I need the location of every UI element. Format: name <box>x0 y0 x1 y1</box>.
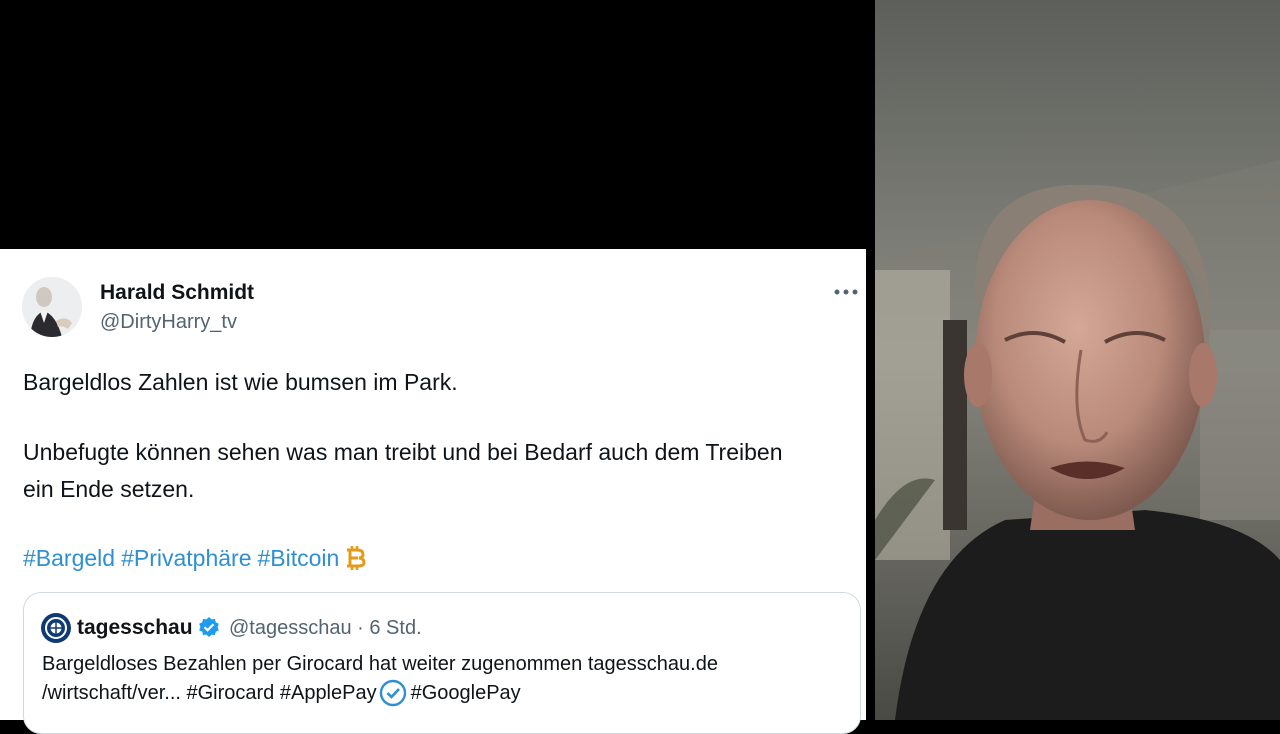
tweet-text-line-2: Unbefugte können sehen was man treibt un… <box>23 439 783 465</box>
quoted-text-line-2-a: /wirtschaft/ver... #Girocard #ApplePay <box>42 682 377 704</box>
black-letterbox <box>0 0 875 249</box>
hashtag-bitcoin[interactable]: #Bitcoin <box>258 540 340 576</box>
hashtag-privatphaere[interactable]: #Privatphäre <box>121 540 251 576</box>
quoted-handle-time[interactable]: @tagesschau · 6 Std. <box>229 617 422 640</box>
tweet-text-line-1: Bargeldlos Zahlen ist wie bumsen im Park… <box>23 369 458 395</box>
author-handle[interactable]: @DirtyHarry_tv <box>100 311 237 334</box>
bitcoin-emoji-icon <box>343 544 367 572</box>
author-avatar[interactable] <box>22 277 82 337</box>
tagesschau-logo-icon <box>41 613 71 643</box>
more-horizontal-icon[interactable] <box>830 280 862 304</box>
webcam-video-panel <box>875 0 1280 720</box>
hashtag-row: #Bargeld #Privatphäre #Bitcoin <box>23 540 367 576</box>
quoted-text-line-2: /wirtschaft/ver... #Girocard #ApplePay #… <box>42 678 521 708</box>
verified-badge-icon <box>197 616 221 640</box>
check-mark-emoji-icon <box>379 679 407 707</box>
quoted-author-name[interactable]: tagesschau <box>77 616 193 640</box>
quoted-text-line-1: Bargeldloses Bezahlen per Girocard hat w… <box>42 653 718 675</box>
quoted-text-line-2-b: #GooglePay <box>410 682 521 704</box>
hashtag-bargeld[interactable]: #Bargeld <box>23 540 115 576</box>
author-name[interactable]: Harald Schmidt <box>100 281 254 305</box>
tweet-text-line-3: ein Ende setzen. <box>23 476 195 502</box>
webcam-video-frame <box>875 0 1280 720</box>
